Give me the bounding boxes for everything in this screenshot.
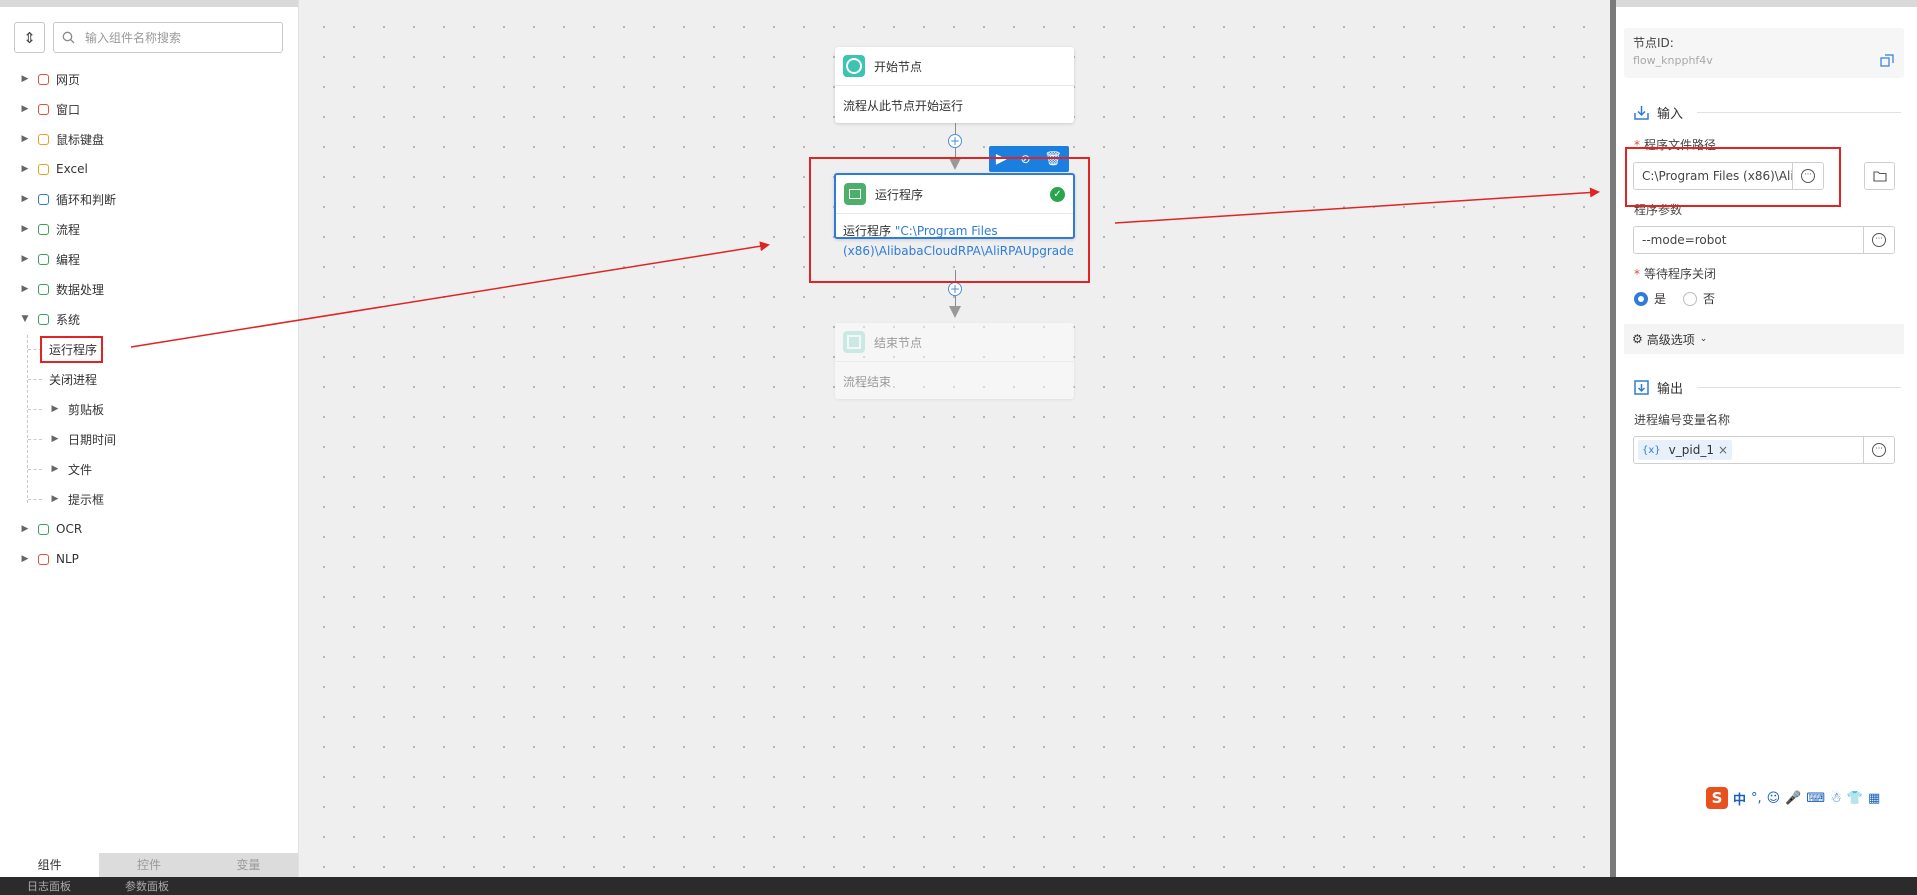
annotation-arrows — [130, 187, 1600, 348]
annotation-arrow-to-node — [130, 241, 770, 348]
annotation-arrow-to-panel — [1114, 187, 1600, 224]
